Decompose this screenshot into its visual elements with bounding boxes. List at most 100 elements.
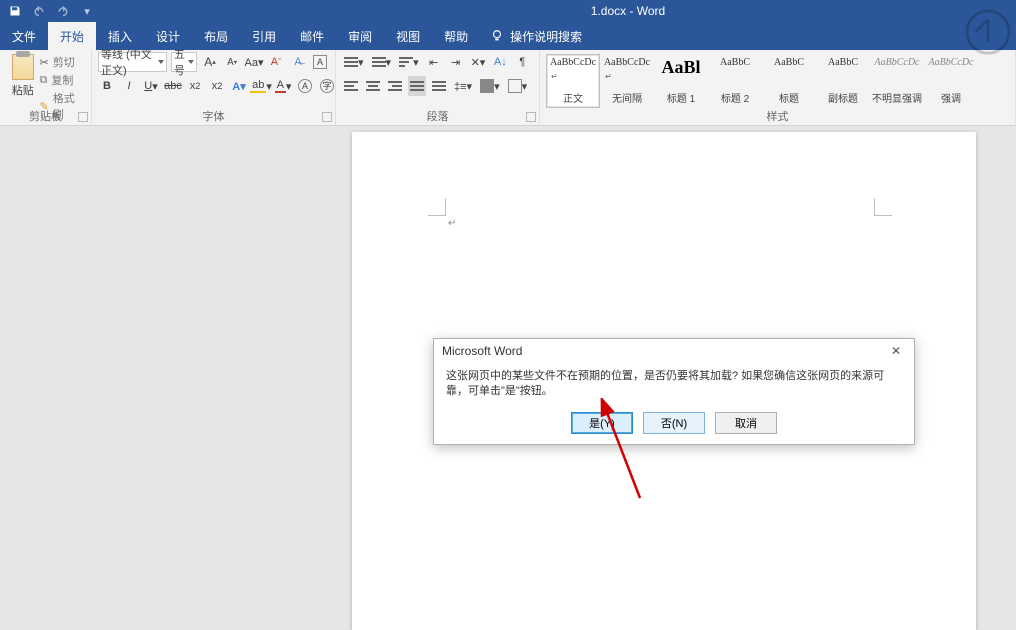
align-left-button[interactable] xyxy=(342,76,360,96)
highlight-icon: ab xyxy=(250,79,266,93)
undo-icon[interactable] xyxy=(32,4,46,18)
font-name-combo[interactable]: 等线 (中文正文) xyxy=(98,52,167,72)
style-preview: AaBbC xyxy=(828,57,858,68)
tell-me[interactable]: 操作说明搜索 xyxy=(480,22,592,50)
phonetic-guide-button[interactable]: Aˇ xyxy=(267,52,285,72)
align-right-button[interactable] xyxy=(386,76,404,96)
style-name: 不明显强调 xyxy=(872,90,922,105)
style-item[interactable]: AaBbCcDc↵正文 xyxy=(546,54,600,108)
style-item[interactable]: AaBbCcDc强调 xyxy=(924,54,978,108)
font-color-button[interactable]: A▾ xyxy=(274,76,292,96)
justify-button[interactable] xyxy=(408,76,426,96)
bold-button[interactable]: B xyxy=(98,76,116,96)
paragraph-group-label: 段落 xyxy=(336,108,539,124)
multilevel-button[interactable]: ▾ xyxy=(397,52,421,72)
shrink-font-button[interactable]: A▾ xyxy=(223,52,241,72)
align-center-button[interactable] xyxy=(364,76,382,96)
sort-button[interactable]: A↓ xyxy=(491,52,509,72)
grow-font-button[interactable]: A▴ xyxy=(201,52,219,72)
decrease-indent-button[interactable]: ⇤ xyxy=(425,52,443,72)
font-dialog-launcher[interactable] xyxy=(322,112,332,122)
cut-label: 剪切 xyxy=(53,54,75,70)
margin-corner-tl xyxy=(428,198,446,216)
style-preview: AaBbC xyxy=(720,57,750,68)
tab-file[interactable]: 文件 xyxy=(0,22,48,50)
font-size-value: 五号 xyxy=(174,46,188,78)
title-bar: ▾ 1.docx - Word xyxy=(0,0,1016,22)
line-spacing-button[interactable]: ‡≡▾ xyxy=(452,76,474,96)
paste-button[interactable]: 粘贴 xyxy=(6,52,39,106)
tell-me-label: 操作说明搜索 xyxy=(510,28,582,45)
style-name: 副标题 xyxy=(828,90,858,105)
style-name: 标题 2 xyxy=(721,90,749,105)
tab-help[interactable]: 帮助 xyxy=(432,22,480,50)
copy-button[interactable]: ⧉复制 xyxy=(39,72,85,88)
change-case-button[interactable]: Aa▾ xyxy=(245,52,263,72)
numbering-icon xyxy=(372,57,386,67)
style-name: 强调 xyxy=(941,90,961,105)
margin-corner-tr xyxy=(874,198,892,216)
paste-icon xyxy=(12,54,34,80)
dialog-yes-button[interactable]: 是(Y) xyxy=(571,412,633,434)
distributed-icon xyxy=(432,81,446,91)
tab-references[interactable]: 引用 xyxy=(240,22,288,50)
subscript-button[interactable]: x2 xyxy=(186,76,204,96)
style-name: 标题 1 xyxy=(667,90,695,105)
modal-dialog: Microsoft Word ✕ 这张网页中的某些文件不在预期的位置，是否仍要将… xyxy=(433,338,915,445)
styles-group-label: 样式 xyxy=(540,108,1015,124)
character-shading-button[interactable]: A xyxy=(296,76,314,96)
copy-label: 复制 xyxy=(51,72,73,88)
show-marks-button[interactable]: ¶ xyxy=(513,52,531,72)
font-size-combo[interactable]: 五号 xyxy=(171,52,197,72)
clipboard-dialog-launcher[interactable] xyxy=(78,112,88,122)
tab-mail[interactable]: 邮件 xyxy=(288,22,336,50)
paragraph-dialog-launcher[interactable] xyxy=(526,112,536,122)
numbering-button[interactable]: ▾ xyxy=(370,52,394,72)
style-item[interactable]: AaBbC标题 xyxy=(762,54,816,108)
shading-button[interactable]: ▾ xyxy=(478,76,502,96)
strikethrough-button[interactable]: abc xyxy=(164,76,182,96)
enclose-characters-button[interactable]: 字 xyxy=(318,76,336,96)
tab-review[interactable]: 审阅 xyxy=(336,22,384,50)
multilevel-icon xyxy=(399,57,413,67)
dialog-buttons: 是(Y) 否(N) 取消 xyxy=(434,404,914,444)
style-item[interactable]: AaBbCcDc不明显强调 xyxy=(870,54,924,108)
style-marker: ↵ xyxy=(605,72,612,81)
style-item[interactable]: AaBbC 标题 2 xyxy=(708,54,762,108)
dialog-no-button[interactable]: 否(N) xyxy=(643,412,705,434)
tab-layout[interactable]: 布局 xyxy=(192,22,240,50)
align-left-icon xyxy=(344,81,358,91)
increase-indent-button[interactable]: ⇥ xyxy=(447,52,465,72)
dialog-close-button[interactable]: ✕ xyxy=(886,344,906,358)
align-right-icon xyxy=(388,81,402,91)
tab-view[interactable]: 视图 xyxy=(384,22,432,50)
style-item[interactable]: AaBl标题 1 xyxy=(654,54,708,108)
superscript-button[interactable]: x2 xyxy=(208,76,226,96)
asian-layout-button[interactable]: ✕▾ xyxy=(469,52,488,72)
bullets-button[interactable]: ▾ xyxy=(342,52,366,72)
character-border-button[interactable]: A xyxy=(311,52,329,72)
underline-button[interactable]: U▾ xyxy=(142,76,160,96)
redo-icon[interactable] xyxy=(56,4,70,18)
scissors-icon: ✂ xyxy=(39,56,48,69)
text-effects-button[interactable]: A▾ xyxy=(230,76,248,96)
bullets-icon xyxy=(344,57,358,67)
cut-button[interactable]: ✂ 剪切 xyxy=(39,54,85,70)
distributed-button[interactable] xyxy=(430,76,448,96)
style-name: 正文 xyxy=(563,90,583,105)
dialog-cancel-button[interactable]: 取消 xyxy=(715,412,777,434)
highlight-color-button[interactable]: ab▾ xyxy=(252,76,270,96)
italic-button[interactable]: I xyxy=(120,76,138,96)
borders-button[interactable]: ▾ xyxy=(506,76,530,96)
borders-icon xyxy=(508,79,522,93)
group-font: 等线 (中文正文) 五号 A▴ A▾ Aa▾ Aˇ A̶ A B I U▾ ab… xyxy=(92,50,336,125)
group-styles: AaBbCcDc↵正文AaBbCcDc↵无间隔AaBl标题 1 AaBbC 标题 2… xyxy=(540,50,1016,125)
style-item[interactable]: AaBbC 副标题 xyxy=(816,54,870,108)
clear-format-button[interactable]: A̶ xyxy=(289,52,307,72)
save-icon[interactable] xyxy=(8,4,22,18)
document-title: 1.docx - Word xyxy=(591,4,665,18)
chevron-down-icon xyxy=(188,60,194,64)
tab-home[interactable]: 开始 xyxy=(48,22,96,50)
style-item[interactable]: AaBbCcDc↵无间隔 xyxy=(600,54,654,108)
customize-qat-icon[interactable]: ▾ xyxy=(80,4,94,18)
